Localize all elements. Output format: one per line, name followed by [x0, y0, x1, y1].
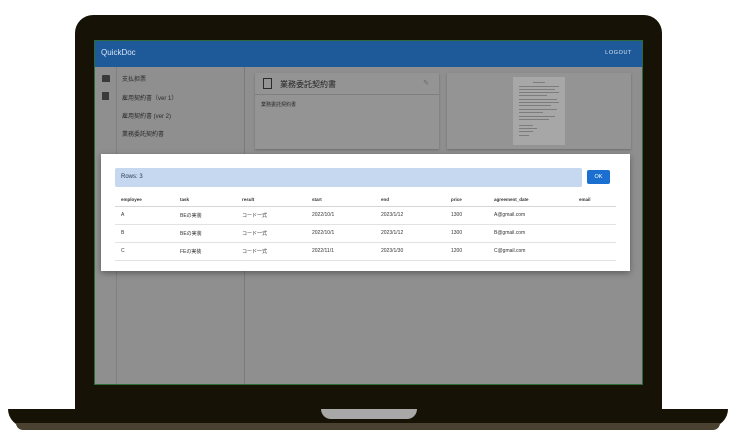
- column-header-start[interactable]: start: [306, 194, 375, 207]
- cell-task: FEの実装: [174, 242, 236, 261]
- column-header-email[interactable]: email: [573, 194, 616, 207]
- column-header-result[interactable]: result: [236, 194, 306, 207]
- cell-price: 1200: [445, 242, 488, 261]
- column-header-employee[interactable]: employee: [115, 194, 174, 207]
- column-header-price[interactable]: price: [445, 194, 488, 207]
- cell-task: BEの実装: [174, 224, 236, 243]
- ok-button[interactable]: OK: [587, 170, 610, 184]
- cell-email: [573, 224, 616, 243]
- table-row[interactable]: B BEの実装 コード一式 2022/10/1 2023/1/12 1300 B…: [115, 224, 616, 243]
- logout-button[interactable]: LOGOUT: [605, 50, 632, 56]
- cell-price: 1300: [445, 206, 488, 225]
- card-title: 業務委託契約書: [280, 80, 336, 89]
- cell-end: 2023/1/30: [375, 242, 445, 261]
- card-body-text: 業務委託契約書: [261, 102, 297, 108]
- cell-end: 2023/1/12: [375, 224, 445, 243]
- sidebar-item-employment-v2[interactable]: 雇用契約書 (ver 2): [122, 111, 171, 120]
- cell-agreement-date: B@gmail.com: [488, 224, 573, 243]
- cell-employee: A: [115, 206, 174, 225]
- document-icon: [263, 78, 272, 89]
- table-row[interactable]: A BEの実装 コード一式 2022/10/1 2023/1/12 1300 A…: [115, 206, 616, 225]
- rows-count-bar: Rows: 3: [115, 168, 582, 187]
- column-header-agreement-date[interactable]: agreement_date: [488, 194, 573, 207]
- rows-dialog: Rows: 3 OK employee task result start en…: [101, 154, 630, 271]
- cell-result: コード一式: [236, 242, 306, 261]
- card-header: 業務委託契約書 ✎: [255, 73, 439, 95]
- cell-start: 2022/10/1: [306, 206, 375, 225]
- sidebar-item-payment[interactable]: 支払担票: [122, 74, 146, 83]
- cell-price: 1300: [445, 224, 488, 243]
- cell-end: 2023/1/12: [375, 206, 445, 225]
- preview-card[interactable]: [447, 73, 631, 149]
- cell-result: コード一式: [236, 206, 306, 225]
- table-header-row: employee task result start end price agr…: [115, 194, 616, 207]
- app-title[interactable]: QuickDoc: [101, 48, 136, 57]
- table-row[interactable]: C FEの実装 コード一式 2022/11/1 2023/1/30 1200 C…: [115, 242, 616, 261]
- document-card[interactable]: 業務委託契約書 ✎ 業務委託契約書: [255, 73, 439, 149]
- document-icon: [102, 92, 109, 100]
- cell-email: [573, 242, 616, 261]
- data-table: employee task result start end price agr…: [115, 194, 616, 261]
- cell-employee: B: [115, 224, 174, 243]
- rows-count-label: Rows: 3: [121, 174, 143, 180]
- cell-start: 2022/10/1: [306, 224, 375, 243]
- column-header-task[interactable]: task: [174, 194, 236, 207]
- cell-agreement-date: A@gmail.com: [488, 206, 573, 225]
- edit-icon[interactable]: ✎: [423, 79, 429, 87]
- cell-email: [573, 206, 616, 225]
- cell-agreement-date: C@gmail.com: [488, 242, 573, 261]
- folder-icon: [102, 75, 110, 82]
- cell-task: BEの実装: [174, 206, 236, 225]
- cell-result: コード一式: [236, 224, 306, 243]
- app-bar: QuickDoc LOGOUT: [95, 41, 642, 67]
- laptop-notch: [321, 409, 417, 419]
- cell-employee: C: [115, 242, 174, 261]
- sidebar-item-employment-v1[interactable]: 雇用契約書（ver 1）: [122, 93, 177, 102]
- column-header-end[interactable]: end: [375, 194, 445, 207]
- cell-start: 2022/11/1: [306, 242, 375, 261]
- sidebar-item-outsourcing[interactable]: 業務委託契約書: [122, 129, 164, 138]
- document-thumbnail: [513, 77, 565, 145]
- laptop-base-lip: [16, 423, 720, 430]
